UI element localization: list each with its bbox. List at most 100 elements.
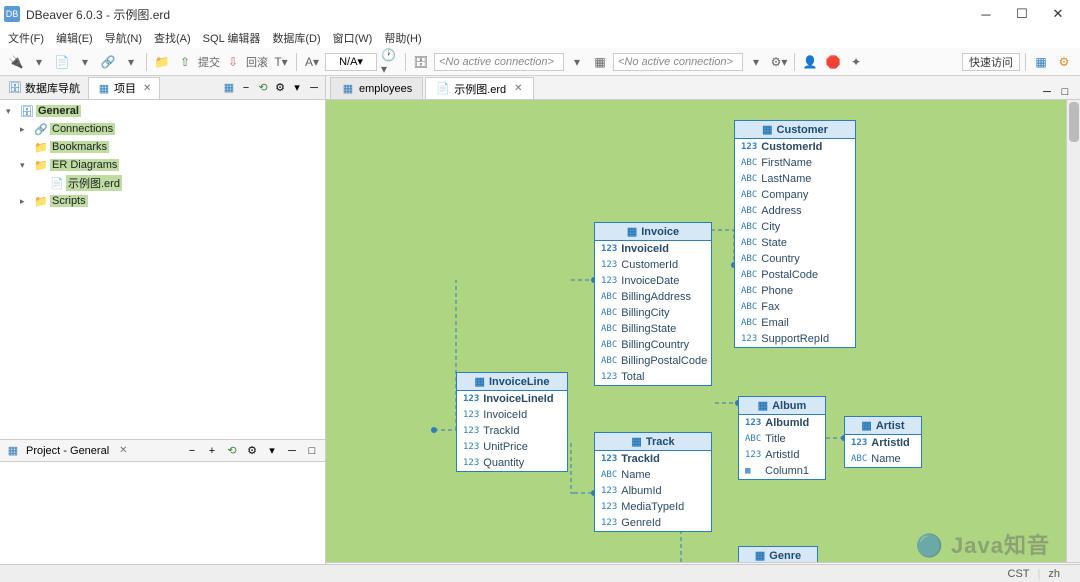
entity-column[interactable]: 123InvoiceId bbox=[457, 407, 567, 423]
entity-column[interactable]: 123InvoiceId bbox=[595, 241, 711, 257]
link-icon[interactable]: ⟲ bbox=[256, 81, 270, 95]
entity-column[interactable]: 123TrackId bbox=[595, 451, 711, 467]
settings-icon[interactable]: ⚙▾ bbox=[769, 52, 789, 72]
editor-tab-erd[interactable]: 📄示例图.erd✕ bbox=[425, 77, 533, 99]
entity-column[interactable]: 123GenreId bbox=[595, 515, 711, 531]
tree-item-bookmarks[interactable]: 📁Bookmarks bbox=[2, 138, 323, 156]
tree-item-erdiagrams[interactable]: ▾📁ER Diagrams bbox=[2, 156, 323, 174]
entity-album[interactable]: ▦ Album123AlbumIdABCTitle123ArtistId▦Col… bbox=[738, 396, 826, 480]
min-panel-icon[interactable]: ─ bbox=[307, 81, 321, 95]
expand-icon[interactable]: ▸ bbox=[20, 124, 32, 135]
entity-header[interactable]: ▦ Album bbox=[739, 397, 825, 415]
link-dd[interactable]: ▾ bbox=[121, 52, 141, 72]
tree-root-general[interactable]: ▾ 🗄 General bbox=[2, 102, 323, 120]
t-gear-icon[interactable]: ⚙ bbox=[245, 444, 259, 458]
entity-artist[interactable]: ▦ Artist123ArtistIdABCName bbox=[844, 416, 922, 468]
entity-column[interactable]: 123TrackId bbox=[457, 423, 567, 439]
entity-column[interactable]: ABCBillingCountry bbox=[595, 337, 711, 353]
entity-column[interactable]: 123InvoiceDate bbox=[595, 273, 711, 289]
entity-column[interactable]: ABCBillingState bbox=[595, 321, 711, 337]
tab-db-nav[interactable]: 🗄数据库导航 bbox=[0, 77, 89, 99]
link-icon[interactable]: 🔗 bbox=[98, 52, 118, 72]
menu-edit[interactable]: 编辑(E) bbox=[52, 28, 97, 48]
ed-max-icon[interactable]: □ bbox=[1058, 85, 1072, 99]
menu-help[interactable]: 帮助(H) bbox=[380, 28, 425, 48]
menu-sql[interactable]: SQL 编辑器 bbox=[199, 28, 265, 48]
close-button[interactable]: ✕ bbox=[1040, 3, 1076, 25]
connection-dd-1[interactable]: <No active connection> bbox=[434, 53, 564, 71]
entity-column[interactable]: 123AlbumId bbox=[739, 415, 825, 431]
entity-column[interactable]: ABCCity bbox=[735, 219, 855, 235]
na-dropdown[interactable]: N/A ▾ bbox=[325, 53, 377, 71]
commit-label[interactable]: 提交 bbox=[198, 54, 220, 70]
expand-icon[interactable]: ▾ bbox=[6, 106, 18, 117]
entity-header[interactable]: ▦ Invoice bbox=[595, 223, 711, 241]
t-min-icon[interactable]: ─ bbox=[285, 444, 299, 458]
menu-find[interactable]: 查找(A) bbox=[150, 28, 195, 48]
entity-header[interactable]: ▦ Customer bbox=[735, 121, 855, 139]
entity-track[interactable]: ▦ Track123TrackIdABCName123AlbumId123Med… bbox=[594, 432, 712, 532]
entity-column[interactable]: ABCCountry bbox=[735, 251, 855, 267]
maximize-button[interactable]: ☐ bbox=[1004, 3, 1040, 25]
scroll-thumb[interactable] bbox=[1069, 102, 1079, 142]
entity-header[interactable]: ▦ InvoiceLine bbox=[457, 373, 567, 391]
entity-header[interactable]: ▦ Artist bbox=[845, 417, 921, 435]
db-icon[interactable]: 🗄 bbox=[411, 52, 431, 72]
entity-column[interactable]: ABCName bbox=[595, 467, 711, 483]
entity-column[interactable]: ABCTitle bbox=[739, 431, 825, 447]
minimize-button[interactable]: ─ bbox=[968, 3, 1004, 25]
entity-column[interactable]: 123MediaTypeId bbox=[595, 499, 711, 515]
entity-column[interactable]: 123Quantity bbox=[457, 455, 567, 471]
tree-item-erd-file[interactable]: 📄示例图.erd bbox=[2, 174, 323, 192]
erd-canvas[interactable]: ▦ Customer123CustomerIdABCFirstNameABCLa… bbox=[326, 100, 1066, 562]
entity-column[interactable]: ABCFirstName bbox=[735, 155, 855, 171]
action1-icon[interactable]: 👤 bbox=[800, 52, 820, 72]
entity-column[interactable]: 123SupportRepId bbox=[735, 331, 855, 347]
ed-min-icon[interactable]: ─ bbox=[1040, 85, 1054, 99]
entity-column[interactable]: ABCBillingCity bbox=[595, 305, 711, 321]
minus-icon[interactable]: − bbox=[239, 81, 253, 95]
dd2-arrow[interactable]: ▾ bbox=[746, 52, 766, 72]
persp1-icon[interactable]: ▦ bbox=[1031, 52, 1051, 72]
close-icon[interactable]: ✕ bbox=[514, 83, 522, 94]
entity-column[interactable]: ▦Column1 bbox=[739, 463, 825, 479]
action3-icon[interactable]: ✦ bbox=[846, 52, 866, 72]
commit-icon[interactable]: ⇧ bbox=[175, 52, 195, 72]
new-sql-icon[interactable]: 📄 bbox=[52, 52, 72, 72]
t-menu-icon[interactable]: ▾ bbox=[265, 444, 279, 458]
entity-column[interactable]: ABCBillingPostalCode bbox=[595, 353, 711, 369]
action2-icon[interactable]: 🛑 bbox=[823, 52, 843, 72]
entity-column[interactable]: 123ArtistId bbox=[739, 447, 825, 463]
entity-column[interactable]: ABCPostalCode bbox=[735, 267, 855, 283]
t-max-icon[interactable]: □ bbox=[305, 444, 319, 458]
expand-icon[interactable]: ▾ bbox=[20, 160, 32, 171]
entity-column[interactable]: 123InvoiceLineId bbox=[457, 391, 567, 407]
editor-tab-employees[interactable]: ▦employees bbox=[330, 77, 423, 99]
entity-column[interactable]: 123UnitPrice bbox=[457, 439, 567, 455]
entity-customer[interactable]: ▦ Customer123CustomerIdABCFirstNameABCLa… bbox=[734, 120, 856, 348]
entity-column[interactable]: 123Total bbox=[595, 369, 711, 385]
tx-icon[interactable]: T▾ bbox=[271, 52, 291, 72]
rollback-label[interactable]: 回滚 bbox=[246, 54, 268, 70]
entity-column[interactable]: 123CustomerId bbox=[595, 257, 711, 273]
entity-header[interactable]: ▦ Track bbox=[595, 433, 711, 451]
clock-icon[interactable]: 🕐▾ bbox=[380, 52, 400, 72]
entity-column[interactable]: 123CustomerId bbox=[735, 139, 855, 155]
auto-icon[interactable]: A▾ bbox=[302, 52, 322, 72]
entity-column[interactable]: ABCPhone bbox=[735, 283, 855, 299]
menu-db[interactable]: 数据库(D) bbox=[268, 28, 324, 48]
close-icon[interactable]: ✕ bbox=[119, 445, 127, 456]
entity-column[interactable]: ABCFax bbox=[735, 299, 855, 315]
menu-file[interactable]: 文件(F) bbox=[4, 28, 48, 48]
entity-column[interactable]: 123ArtistId bbox=[845, 435, 921, 451]
t-plus-icon[interactable]: + bbox=[205, 444, 219, 458]
tree-item-connections[interactable]: ▸🔗Connections bbox=[2, 120, 323, 138]
entity-column[interactable]: ABCCompany bbox=[735, 187, 855, 203]
rollback-icon[interactable]: ⇩ bbox=[223, 52, 243, 72]
menu-icon[interactable]: ▾ bbox=[290, 81, 304, 95]
tab-project[interactable]: ▦项目✕ bbox=[89, 77, 160, 99]
vertical-scrollbar[interactable]: ▲ bbox=[1066, 100, 1080, 562]
table-icon[interactable]: ▦ bbox=[590, 52, 610, 72]
entity-genre[interactable]: ▦ Genre123GenreId bbox=[738, 546, 818, 562]
new-conn-icon[interactable]: 🔌 bbox=[6, 52, 26, 72]
